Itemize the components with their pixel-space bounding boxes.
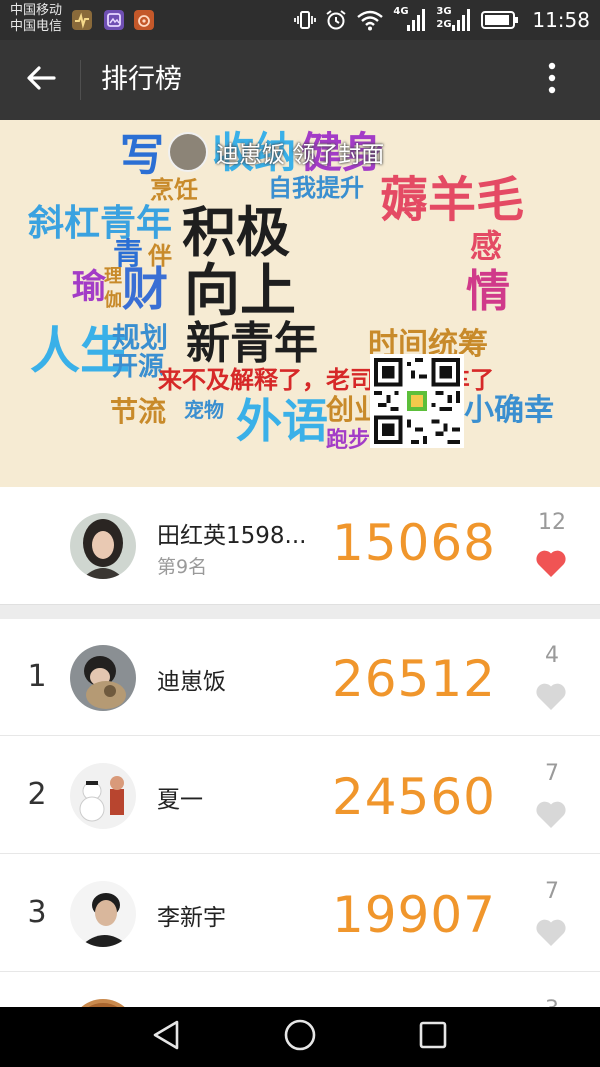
signal-3g2g-icon: 3G 2G (436, 5, 472, 35)
banner-word: 开源 (112, 352, 165, 382)
like-count: 4 (545, 643, 559, 668)
status-clock: 11:58 (532, 8, 590, 32)
signal-4g-icon: 4G (393, 5, 427, 35)
banner-word: 财 (122, 262, 168, 316)
user-steps: 24560 (331, 768, 496, 826)
like-button[interactable] (535, 799, 567, 829)
circle-home-icon (283, 1018, 317, 1056)
like-button[interactable] (535, 548, 567, 578)
banner-word: 向上 (184, 259, 296, 324)
battery-icon (481, 10, 519, 30)
heart-outline-icon (535, 799, 567, 829)
heart-outline-icon (535, 681, 567, 711)
wifi-icon (356, 9, 384, 31)
section-separator (0, 604, 600, 619)
health-app-notification-icon (72, 10, 92, 30)
rank-number: 3 (27, 895, 47, 930)
carrier-1: 中国移动 (10, 3, 63, 18)
status-icons: 4G 3G 2G 11:58 (294, 0, 590, 40)
avatar[interactable] (70, 513, 136, 579)
my-rank-text: 第9名 (157, 556, 208, 578)
heart-outline-icon (535, 917, 567, 947)
avatar[interactable] (70, 763, 136, 829)
nav-home-button[interactable] (270, 1017, 330, 1057)
avatar[interactable] (70, 645, 136, 711)
avatar (168, 132, 208, 172)
banner-word: 节流 (110, 395, 167, 428)
gallery-notification-icon (104, 10, 124, 30)
user-name: 夏一 (157, 787, 203, 813)
vibrate-icon (294, 9, 317, 31)
weibo-notification-icon (134, 10, 154, 30)
banner-word: 宠物 (184, 398, 224, 422)
user-name: 李新宇 (157, 905, 226, 931)
more-options-button[interactable] (530, 60, 574, 100)
more-vertical-icon (548, 62, 556, 98)
banner-word: 写 (120, 130, 164, 181)
avatar[interactable] (70, 881, 136, 947)
my-steps: 15068 (331, 514, 496, 572)
page-title: 排行榜 (101, 64, 182, 95)
like-count: 7 (545, 879, 559, 904)
user-steps: 19907 (331, 886, 496, 944)
heart-filled-icon (535, 548, 567, 578)
user-name: 迪崽饭 (157, 669, 226, 695)
qr-code (370, 354, 464, 448)
banner-word: 瑜 (72, 267, 106, 307)
triangle-back-icon (151, 1019, 181, 1055)
banner-word: 新青年 (186, 318, 318, 369)
rank-number: 1 (27, 659, 47, 694)
cover-claim: 迪崽饭 领了封面 (168, 132, 384, 172)
like-count: 7 (545, 761, 559, 786)
banner-word: 小确幸 (464, 393, 554, 428)
nav-back-button[interactable] (136, 1017, 196, 1057)
banner-word: 烹饪 (150, 176, 198, 204)
banner-word: 情 (466, 266, 510, 317)
banner-word: 外语 (236, 394, 328, 448)
cover-claim-text: 迪崽饭 领了封面 (216, 142, 385, 168)
alarm-icon (325, 9, 347, 31)
banner-word: 积极 (182, 201, 290, 264)
app-bar: 排行榜 (0, 40, 600, 120)
banner-word: 薅羊毛 (380, 172, 525, 228)
carrier-info: 中国移动 中国电信 (10, 3, 62, 35)
back-button[interactable] (16, 60, 66, 100)
my-like-count: 12 (538, 510, 566, 535)
user-steps: 26512 (331, 650, 496, 708)
cover-banner[interactable]: 写 收纳 健身 烹饪 自我提升 薅羊毛 斜杠青年 青 伴 积极 向上 感 情 理… (0, 120, 600, 487)
system-nav-bar (0, 1007, 600, 1067)
banner-word: 感 (470, 227, 503, 265)
banner-word: 伽 (104, 290, 122, 311)
carrier-2: 中国电信 (10, 19, 63, 34)
status-bar: 中国移动 中国电信 4G 3G 2G 11:58 (0, 0, 600, 40)
my-name: 田红英1598... (157, 523, 307, 549)
app-bar-divider (80, 60, 81, 100)
like-button[interactable] (535, 681, 567, 711)
rank-number: 2 (27, 777, 47, 812)
nav-recents-button[interactable] (403, 1017, 463, 1057)
banner-word: 规划 (112, 321, 169, 354)
banner-word: 跑步 (326, 428, 371, 453)
square-recents-icon (418, 1020, 448, 1054)
like-button[interactable] (535, 917, 567, 947)
arrow-left-icon (26, 65, 56, 95)
banner-word: 斜杠青年 (28, 203, 173, 244)
banner-word: 自我提升 (268, 174, 364, 202)
banner-word: 理 (104, 266, 122, 287)
